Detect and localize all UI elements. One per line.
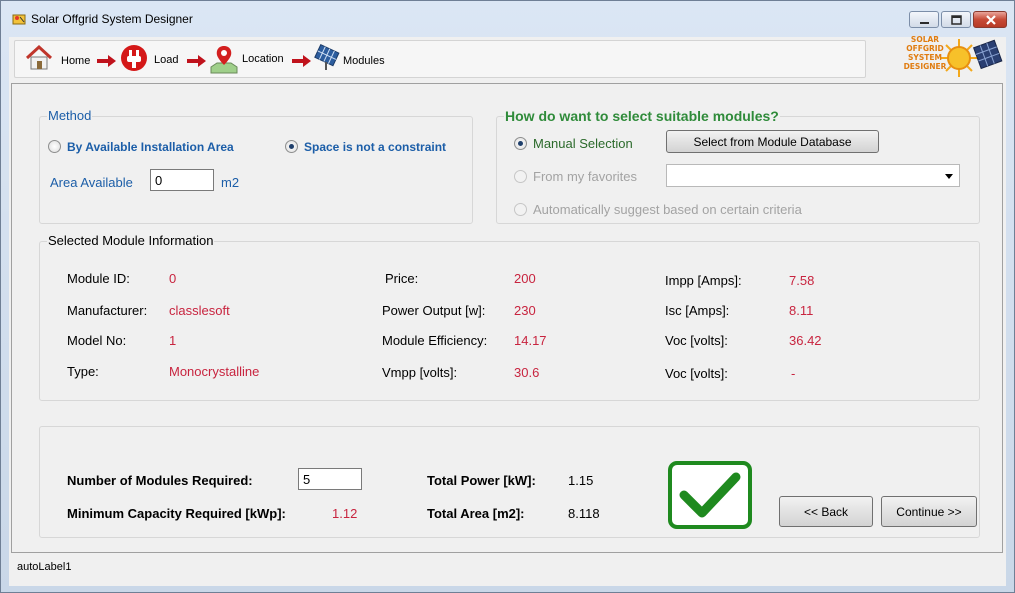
map-pin-icon (210, 46, 238, 74)
close-icon (986, 15, 996, 25)
impp-label: Impp [Amps]: (665, 273, 742, 288)
radio-space-not-constraint[interactable] (285, 140, 298, 153)
vmpp-value: 30.6 (514, 365, 540, 380)
power-output-label: Power Output [w]: (382, 303, 486, 318)
vmpp-label: Vmpp [volts]: (382, 365, 458, 380)
window-title: Solar Offgrid System Designer (31, 12, 193, 26)
method-group: Method By Available Installation Area Sp… (39, 108, 473, 224)
checkmark-icon (679, 472, 741, 518)
arrow-right-icon (97, 55, 116, 67)
voc-label: Voc [volts]: (665, 333, 728, 348)
isc-label: Isc [Amps]: (665, 303, 730, 318)
power-output-value: 230 (514, 303, 536, 318)
model-no-label: Model No: (67, 333, 127, 348)
voc-value: 36.42 (789, 333, 822, 348)
price-label: Price: (385, 271, 419, 286)
price-value: 200 (514, 271, 536, 286)
status-label: autoLabel1 (17, 561, 72, 573)
nav-home-label: Home (61, 55, 91, 67)
area-unit-label: m2 (221, 175, 240, 190)
app-icon (12, 14, 26, 25)
client-area: Home Load Location Modules SOLAR OFFGRID… (9, 35, 1006, 586)
valid-status-box (668, 461, 752, 529)
nav-modules[interactable]: Modules (312, 41, 392, 79)
nav-location-label: Location (242, 53, 284, 65)
type-value: Monocrystalline (169, 364, 260, 379)
nav-location[interactable]: Location (209, 41, 289, 79)
module-efficiency-label: Module Efficiency: (382, 333, 488, 348)
voc-label-2: Voc [volts]: (665, 366, 728, 381)
modules-required-input[interactable] (298, 468, 362, 490)
select-from-database-button[interactable]: Select from Module Database (666, 130, 879, 153)
area-available-label: Area Available (50, 175, 133, 190)
manufacturer-value: classlesoft (169, 303, 230, 318)
nav-bar: Home Load Location Modules (14, 40, 866, 78)
nav-modules-label: Modules (343, 55, 385, 67)
logo-line-2: OFFGRID (906, 44, 944, 53)
module-info-group: Selected Module Information Module ID: 0… (39, 233, 980, 401)
chevron-down-icon[interactable] (945, 174, 953, 179)
method-group-title: Method (47, 108, 93, 123)
back-button[interactable]: << Back (779, 496, 873, 527)
close-button[interactable] (973, 11, 1007, 28)
isc-value: 8.11 (789, 303, 814, 318)
manufacturer-label: Manufacturer: (67, 303, 148, 318)
module-selection-title: How do want to select suitable modules? (504, 108, 780, 124)
power-plug-icon (121, 45, 147, 71)
total-area-value: 8.118 (568, 506, 600, 521)
min-capacity-value: 1.12 (332, 506, 358, 521)
radio-auto-suggest-label[interactable]: Automatically suggest based on certain c… (533, 202, 802, 217)
nav-load-label: Load (154, 54, 179, 66)
model-no-value: 1 (169, 333, 177, 348)
logo-line-1: SOLAR (910, 35, 940, 44)
radio-auto-suggest[interactable] (514, 203, 527, 216)
solar-panel-icon (314, 43, 340, 70)
type-label: Type: (67, 364, 99, 379)
module-id-label: Module ID: (67, 271, 130, 286)
app-logo: SOLAR OFFGRID SYSTEM DESIGNER (893, 35, 1003, 81)
radio-from-favorites-label[interactable]: From my favorites (533, 169, 637, 184)
radio-from-favorites[interactable] (514, 170, 527, 183)
continue-button[interactable]: Continue >> (881, 496, 977, 527)
favorites-dropdown[interactable] (666, 164, 960, 187)
radio-by-area-label[interactable]: By Available Installation Area (67, 140, 234, 154)
minimize-icon (920, 22, 929, 24)
radio-manual-selection-label[interactable]: Manual Selection (533, 136, 633, 151)
radio-space-not-constraint-label[interactable]: Space is not a constraint (304, 140, 446, 154)
modules-required-label: Number of Modules Required: (67, 473, 253, 488)
voc-value-2: - (791, 366, 796, 381)
maximize-button[interactable] (941, 11, 971, 28)
main-panel: Method By Available Installation Area Sp… (11, 83, 1003, 553)
total-power-value: 1.15 (568, 473, 594, 488)
nav-home[interactable]: Home (23, 41, 93, 79)
app-window: Solar Offgrid System Designer Home Load … (0, 0, 1015, 593)
logo-line-3: SYSTEM (908, 53, 942, 62)
total-power-label: Total Power [kW]: (427, 473, 536, 488)
module-id-value: 0 (169, 271, 177, 286)
min-capacity-label: Minimum Capacity Required [kWp]: (67, 506, 286, 521)
logo-line-4: DESIGNER (903, 62, 947, 71)
radio-manual-selection[interactable] (514, 137, 527, 150)
area-available-input[interactable] (150, 169, 214, 191)
house-icon (25, 44, 53, 70)
arrow-right-icon (292, 55, 311, 67)
module-info-title: Selected Module Information (47, 233, 215, 248)
arrow-right-icon (187, 55, 206, 67)
nav-load[interactable]: Load (119, 41, 183, 79)
minimize-button[interactable] (909, 11, 939, 28)
total-area-label: Total Area [m2]: (427, 506, 525, 521)
maximize-icon (951, 15, 962, 25)
module-efficiency-value: 14.17 (514, 333, 547, 348)
module-selection-group: How do want to select suitable modules? … (496, 108, 980, 224)
impp-value: 7.58 (789, 273, 815, 288)
title-bar[interactable]: Solar Offgrid System Designer (1, 1, 1014, 37)
radio-by-area[interactable] (48, 140, 61, 153)
